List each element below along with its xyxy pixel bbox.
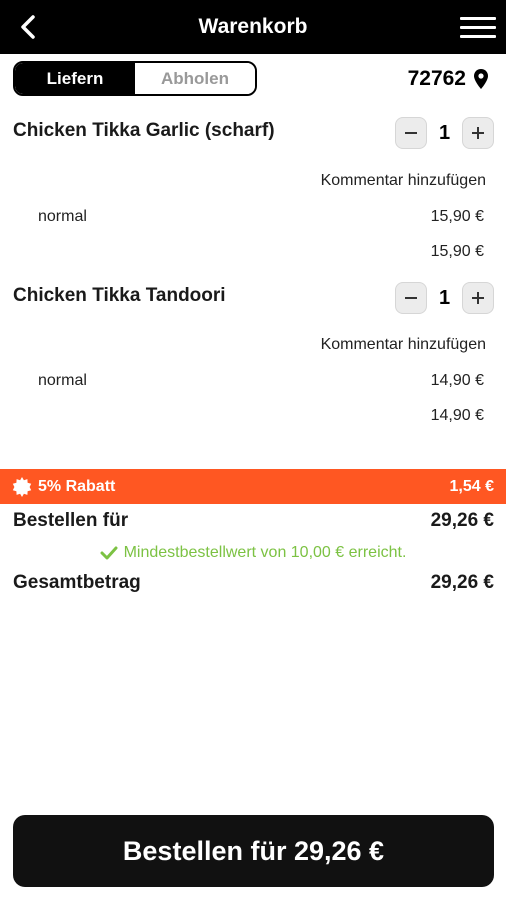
- min-order-message: Mindestbestellwert von 10,00 € erreicht.: [123, 544, 407, 561]
- order-for-value: 29,26 €: [430, 510, 494, 531]
- variant-price: 14,90 €: [430, 372, 484, 389]
- tab-abholen[interactable]: Abholen: [135, 63, 255, 94]
- quantity-stepper: 1: [395, 282, 494, 314]
- increase-quantity-button[interactable]: [462, 282, 494, 314]
- plus-icon: [472, 292, 484, 304]
- item-variant: normal: [38, 372, 87, 389]
- item-total-price: 15,90 €: [430, 243, 484, 260]
- minus-icon: [405, 132, 417, 134]
- discount-badge-icon: [12, 476, 32, 497]
- item-variant: normal: [38, 208, 87, 225]
- tab-liefern[interactable]: Liefern: [15, 63, 135, 94]
- cart-item-name: Chicken Tikka Garlic (scharf): [13, 120, 275, 141]
- decrease-quantity-button[interactable]: [395, 117, 427, 149]
- total-value: 29,26 €: [430, 572, 494, 593]
- order-for-label: Bestellen für: [13, 510, 129, 531]
- total-label: Gesamtbetrag: [13, 572, 141, 593]
- discount-bar: 5% Rabatt 1,54 €: [0, 469, 506, 504]
- top-bar: Warenkorb: [0, 0, 506, 54]
- decrease-quantity-button[interactable]: [395, 282, 427, 314]
- variant-price: 15,90 €: [430, 208, 484, 225]
- delivery-mode-toggle: Liefern Abholen: [13, 61, 257, 96]
- hamburger-menu-icon[interactable]: [460, 11, 496, 43]
- plus-icon: [472, 127, 484, 139]
- quantity-stepper: 1: [395, 117, 494, 149]
- increase-quantity-button[interactable]: [462, 117, 494, 149]
- place-order-button[interactable]: Bestellen für 29,26 €: [13, 815, 494, 887]
- add-comment-link[interactable]: Kommentar hinzufügen: [321, 172, 486, 190]
- page-title: Warenkorb: [198, 15, 308, 38]
- cart-item-name: Chicken Tikka Tandoori: [13, 285, 226, 306]
- quantity-value: 1: [438, 286, 451, 309]
- minus-icon: [405, 297, 417, 299]
- quantity-value: 1: [438, 121, 451, 144]
- postcode-value: 72762: [407, 67, 466, 90]
- discount-label: 5% Rabatt: [38, 477, 116, 495]
- postcode-selector[interactable]: 72762: [408, 63, 488, 95]
- add-comment-link[interactable]: Kommentar hinzufügen: [321, 336, 486, 354]
- checkmark-icon: [100, 546, 118, 560]
- item-total-price: 14,90 €: [430, 407, 484, 424]
- location-pin-icon: [474, 69, 488, 89]
- discount-amount: 1,54 €: [449, 478, 494, 495]
- min-order-notice: Mindestbestellwert von 10,00 € erreicht.: [0, 542, 506, 564]
